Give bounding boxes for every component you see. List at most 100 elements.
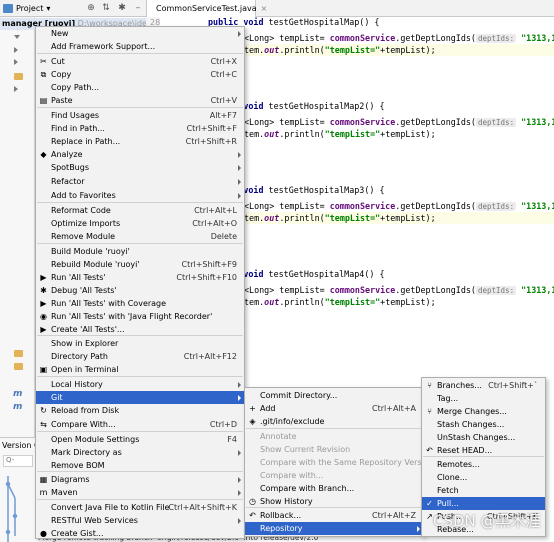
menu-item-label: Add Framework Support... xyxy=(51,42,156,51)
menu-item-directory-path[interactable]: Directory Path Ctrl+Alt+F12 xyxy=(36,350,244,363)
menu-item-build-module-ruoyi[interactable]: Build Module 'ruoyi' xyxy=(36,245,244,258)
reload-from-disk-icon: ↻ xyxy=(40,406,47,415)
submenu-arrow-icon xyxy=(238,489,241,496)
repo-item-remotes[interactable]: Remotes... xyxy=(422,458,545,471)
menu-item-spotbugs[interactable]: SpotBugs xyxy=(36,161,244,174)
git-item-add[interactable]: + Add Ctrl+Alt+A xyxy=(245,402,423,415)
git-item-compare-with-the-same-repository-version: Compare with the Same Repository Version xyxy=(245,456,434,469)
git-item-git-info-exclude[interactable]: ◈ .git/info/exclude xyxy=(245,415,423,428)
menu-item-label: Pull... xyxy=(437,499,459,508)
menu-separator xyxy=(37,335,243,336)
menu-item-diagrams[interactable]: ▦ Diagrams xyxy=(36,473,244,486)
menu-item-label: Fetch xyxy=(437,486,459,495)
menu-item-run-all-tests[interactable]: ▶ Run 'All Tests' Ctrl+Shift+F10 xyxy=(36,271,244,284)
git-item-rollback[interactable]: ↶ Rollback... Ctrl+Alt+Z xyxy=(245,509,423,522)
collapse-arrow-icon[interactable] xyxy=(14,47,18,53)
repo-item-stash-changes[interactable]: Stash Changes... xyxy=(422,418,545,431)
menu-item-run-all-tests-with-java-flight-recorder[interactable]: ◉ Run 'All Tests' with 'Java Flight Recor… xyxy=(36,310,244,323)
menu-item-compare-with[interactable]: ⇆ Compare With... Ctrl+D xyxy=(36,418,244,431)
menu-item-label: Maven xyxy=(51,488,78,497)
menu-separator xyxy=(423,456,544,457)
close-tab-icon[interactable]: × xyxy=(261,4,268,13)
menu-item-mark-directory-as[interactable]: Mark Directory as xyxy=(36,446,244,459)
menu-item-label: Show History xyxy=(260,497,313,506)
menu-item-add-framework-support[interactable]: Add Framework Support... xyxy=(36,40,244,53)
menu-item-refactor[interactable]: Refactor xyxy=(36,175,244,188)
repo-item-pull[interactable]: ✓ Pull... xyxy=(422,497,545,510)
menu-item-cut[interactable]: ✂ Cut Ctrl+X xyxy=(36,55,244,68)
menu-item-run-all-tests-with-coverage[interactable]: ▶ Run 'All Tests' with Coverage xyxy=(36,297,244,310)
menu-item-open-module-settings[interactable]: Open Module Settings F4 xyxy=(36,433,244,446)
menu-item-local-history[interactable]: Local History xyxy=(36,378,244,391)
shortcut-label: Ctrl+Shift+F xyxy=(186,124,237,133)
menu-item-label: Merge Changes... xyxy=(437,407,507,416)
menu-item-analyze[interactable]: ◆ Analyze xyxy=(36,148,244,161)
menu-item-paste[interactable]: ▤ Paste Ctrl+V xyxy=(36,94,244,107)
menu-item-label: Compare with... xyxy=(260,471,324,480)
menu-item-convert-java-file-to-kotlin-file[interactable]: Convert Java File to Kotlin File Ctrl+Alt… xyxy=(36,501,244,514)
collapse-arrow-icon[interactable] xyxy=(14,86,18,92)
project-view-selector[interactable]: Project ▾ xyxy=(0,0,68,17)
menu-item-add-to-favorites[interactable]: Add to Favorites xyxy=(36,189,244,202)
menu-item-create-gist[interactable]: ● Create Gist... xyxy=(36,527,244,540)
menu-item-find-in-path[interactable]: Find in Path... Ctrl+Shift+F xyxy=(36,122,244,135)
repo-item-clone[interactable]: Clone... xyxy=(422,471,545,484)
menu-item-label: Build Module 'ruoyi' xyxy=(51,247,130,256)
menu-item-rebuild-module-ruoyi[interactable]: Rebuild Module 'ruoyi' Ctrl+Shift+F9 xyxy=(36,258,244,271)
gear-icon[interactable]: ✱ xyxy=(116,2,128,14)
repo-item-fetch[interactable]: Fetch xyxy=(422,484,545,497)
collapse-arrow-icon[interactable] xyxy=(14,59,18,65)
chevron-down-icon: ▾ xyxy=(46,4,51,13)
repo-item-unstash-changes[interactable]: UnStash Changes... xyxy=(422,431,545,444)
menu-item-remove-module[interactable]: Remove Module Delete xyxy=(36,230,244,243)
menu-item-show-in-explorer[interactable]: Show in Explorer xyxy=(36,337,244,350)
git-item-compare-with-branch[interactable]: Compare with Branch... xyxy=(245,482,423,495)
menu-item-label: Find in Path... xyxy=(51,124,105,133)
menu-separator xyxy=(37,471,243,472)
menu-item-find-usages[interactable]: Find Usages Alt+F7 xyxy=(36,109,244,122)
menu-item-copy[interactable]: ⧉ Copy Ctrl+C xyxy=(36,68,244,81)
expand-arrow-icon[interactable] xyxy=(14,35,20,39)
menu-item-copy-path[interactable]: Copy Path... xyxy=(36,81,244,94)
menu-item-label: Open in Terminal xyxy=(51,365,119,374)
editor-tab-label: CommonServiceTest.java xyxy=(156,4,257,13)
menu-item-label: New xyxy=(51,29,69,38)
menu-item-maven[interactable]: m Maven xyxy=(36,486,244,499)
project-view-label: Project xyxy=(16,4,44,13)
menu-item-label: Git xyxy=(51,393,63,402)
diagrams-icon: ▦ xyxy=(39,475,48,484)
menu-item-git[interactable]: Git xyxy=(36,391,244,404)
code-line: tem.out.println("tempList="+tempList); xyxy=(244,297,436,307)
menu-item-replace-in-path[interactable]: Replace in Path... Ctrl+Shift+R xyxy=(36,135,244,148)
menu-item-label: .git/info/exclude xyxy=(260,417,325,426)
menu-separator xyxy=(37,107,243,108)
project-context-menu: New Add Framework Support... ✂ Cut Ctrl+X ⧉ Co… xyxy=(35,26,245,539)
menu-item-reload-from-disk[interactable]: ↻ Reload from Disk xyxy=(36,404,244,417)
shortcut-label: Ctrl+Alt+O xyxy=(192,219,237,228)
menu-item-restful-web-services[interactable]: RESTful Web Services xyxy=(36,514,244,527)
menu-item-label: Debug 'All Tests' xyxy=(51,286,117,295)
editor-tab[interactable]: CommonServiceTest.java × xyxy=(146,0,267,17)
run-all-tests-icon: ▶ xyxy=(40,273,47,282)
menu-item-reformat-code[interactable]: Reformat Code Ctrl+Alt+L xyxy=(36,204,244,217)
git-item-repository[interactable]: Repository xyxy=(245,522,423,535)
repo-item-branches[interactable]: ⑂ Branches... Ctrl+Shift+` xyxy=(422,379,545,392)
hide-icon[interactable]: – xyxy=(132,2,144,14)
menu-item-optimize-imports[interactable]: Optimize Imports Ctrl+Alt+O xyxy=(36,217,244,230)
menu-item-debug-all-tests[interactable]: ✱ Debug 'All Tests' xyxy=(36,284,244,297)
menu-item-new[interactable]: New xyxy=(36,27,244,40)
menu-separator xyxy=(37,376,243,377)
version-control-tab[interactable]: Version C xyxy=(2,441,40,450)
pull-icon: ✓ xyxy=(426,499,433,508)
repo-item-tag[interactable]: Tag... xyxy=(422,392,545,405)
menu-item-label: Convert Java File to Kotlin File xyxy=(51,503,170,512)
repo-item-merge-changes[interactable]: ⑂ Merge Changes... xyxy=(422,405,545,418)
collapse-icon[interactable]: ⇅ xyxy=(100,2,112,14)
log-search-input[interactable]: Q- xyxy=(3,455,33,467)
menu-item-open-in-terminal[interactable]: ▣ Open in Terminal xyxy=(36,363,244,376)
globe-icon[interactable]: ⊕ xyxy=(85,2,97,14)
submenu-arrow-icon xyxy=(238,30,241,37)
menu-separator xyxy=(246,428,422,429)
menu-item-label: Repository xyxy=(260,524,303,533)
git-item-commit-directory[interactable]: Commit Directory... xyxy=(245,389,423,402)
